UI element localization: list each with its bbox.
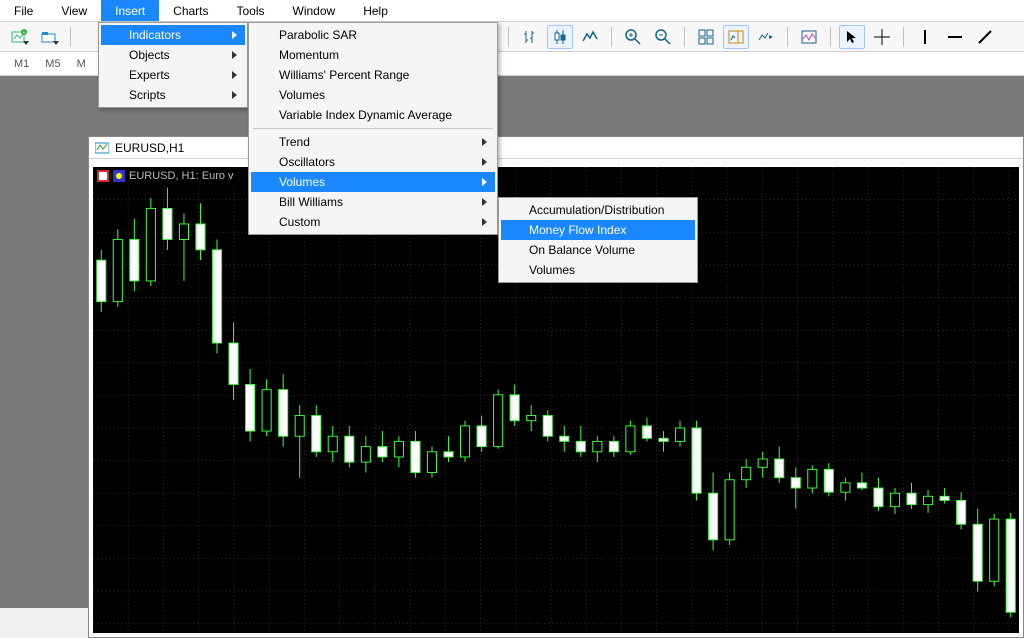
auto-scroll-button[interactable] bbox=[753, 25, 779, 49]
menu-tools[interactable]: Tools bbox=[223, 0, 279, 21]
indicator-momentum[interactable]: Momentum bbox=[251, 45, 495, 65]
tile-windows-button[interactable] bbox=[693, 25, 719, 49]
menu-file[interactable]: File bbox=[0, 0, 47, 21]
menu-window[interactable]: Window bbox=[279, 0, 350, 21]
workspace: EURUSD,H1 EURUSD, H1: Euro v bbox=[0, 76, 1024, 608]
new-chart-button[interactable]: + bbox=[6, 25, 32, 49]
svg-text:+: + bbox=[23, 30, 26, 36]
menubar: FileViewInsertChartsToolsWindowHelp bbox=[0, 0, 1024, 22]
chart-window-icon bbox=[95, 141, 109, 155]
chart-overlay-label: EURUSD, H1: Euro v bbox=[93, 167, 238, 185]
volumes-item-accumulation-distribution[interactable]: Accumulation/Distribution bbox=[501, 200, 695, 220]
vertical-line-button[interactable] bbox=[912, 25, 938, 49]
horizontal-line-button[interactable] bbox=[942, 25, 968, 49]
indicator-williams-percent-range[interactable]: Williams' Percent Range bbox=[251, 65, 495, 85]
line-chart-button[interactable] bbox=[577, 25, 603, 49]
menu-charts[interactable]: Charts bbox=[159, 0, 222, 21]
menu-separator bbox=[253, 128, 493, 129]
zoom-out-button[interactable] bbox=[650, 25, 676, 49]
volumes-item-money-flow-index[interactable]: Money Flow Index bbox=[501, 220, 695, 240]
indicator-category-volumes[interactable]: Volumes bbox=[251, 172, 495, 192]
profiles-button[interactable] bbox=[36, 25, 62, 49]
chart-window-titlebar[interactable]: EURUSD,H1 bbox=[89, 137, 1023, 159]
indicator-variable-index-dynamic-average[interactable]: Variable Index Dynamic Average bbox=[251, 105, 495, 125]
volumes-item-on-balance-volume[interactable]: On Balance Volume bbox=[501, 240, 695, 260]
toolbar-separator bbox=[684, 27, 685, 47]
indicator-category-bill-williams[interactable]: Bill Williams bbox=[251, 192, 495, 212]
volumes-item-volumes[interactable]: Volumes bbox=[501, 260, 695, 280]
insert-menu-objects[interactable]: Objects bbox=[101, 45, 245, 65]
toolbar-separator bbox=[903, 27, 904, 47]
indicator-category-oscillators[interactable]: Oscillators bbox=[251, 152, 495, 172]
chart-window-title: EURUSD,H1 bbox=[115, 141, 184, 155]
volumes-submenu: Accumulation/DistributionMoney Flow Inde… bbox=[498, 197, 698, 283]
insert-menu-scripts[interactable]: Scripts bbox=[101, 85, 245, 105]
insert-menu-experts[interactable]: Experts bbox=[101, 65, 245, 85]
insert-menu-indicators[interactable]: Indicators bbox=[101, 25, 245, 45]
trendline-button[interactable] bbox=[972, 25, 998, 49]
indicator-parabolic-sar[interactable]: Parabolic SAR bbox=[251, 25, 495, 45]
timeframe-m5[interactable]: M5 bbox=[37, 56, 68, 72]
indicator-volumes[interactable]: Volumes bbox=[251, 85, 495, 105]
indicators-list-button[interactable] bbox=[796, 25, 822, 49]
crosshair-button[interactable] bbox=[869, 25, 895, 49]
zoom-in-button[interactable] bbox=[620, 25, 646, 49]
insert-menu-dropdown: IndicatorsObjectsExpertsScripts bbox=[98, 22, 248, 108]
toolbar-separator bbox=[830, 27, 831, 47]
toolbar-separator bbox=[787, 27, 788, 47]
indicator-category-trend[interactable]: Trend bbox=[251, 132, 495, 152]
indicator-category-custom[interactable]: Custom bbox=[251, 212, 495, 232]
cursor-button[interactable] bbox=[839, 25, 865, 49]
timeframe-m[interactable]: M bbox=[69, 56, 94, 72]
chart-shift-button[interactable] bbox=[723, 25, 749, 49]
timeframe-m1[interactable]: M1 bbox=[6, 56, 37, 72]
toolbar-separator bbox=[508, 27, 509, 47]
candlestick-chart-button[interactable] bbox=[547, 25, 573, 49]
menu-help[interactable]: Help bbox=[349, 0, 402, 21]
toolbar-separator bbox=[70, 27, 71, 47]
bar-chart-button[interactable] bbox=[517, 25, 543, 49]
menu-view[interactable]: View bbox=[47, 0, 101, 21]
menu-insert[interactable]: Insert bbox=[101, 0, 159, 21]
indicators-submenu: Parabolic SARMomentumWilliams' Percent R… bbox=[248, 22, 498, 235]
toolbar-separator bbox=[611, 27, 612, 47]
